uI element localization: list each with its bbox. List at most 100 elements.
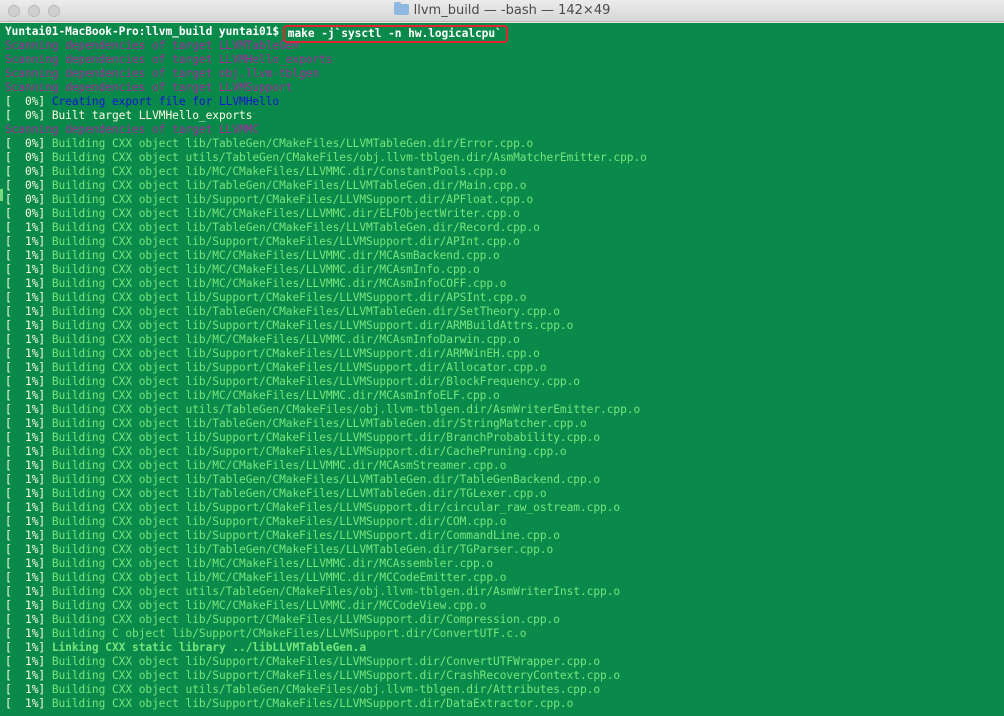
output-text: Building CXX object lib/MC/CMakeFiles/LL… xyxy=(51,249,500,262)
output-line: [ 1%] Building CXX object lib/Support/CM… xyxy=(5,319,1000,333)
scrollbar[interactable] xyxy=(995,50,1003,716)
output-text: Building CXX object lib/Support/CMakeFil… xyxy=(51,431,601,444)
output-line: [ 1%] Building CXX object lib/MC/CMakeFi… xyxy=(5,571,1000,585)
output-line: [ 0%] Building CXX object utils/TableGen… xyxy=(5,151,1000,165)
output-line: [ 1%] Building CXX object lib/MC/CMakeFi… xyxy=(5,263,1000,277)
output-line: [ 1%] Building CXX object lib/MC/CMakeFi… xyxy=(5,599,1000,613)
terminal-window: llvm_build — -bash — 142×49 Yuntai01-Mac… xyxy=(0,0,1004,716)
output-text: Scanning dependencies of target LLVMTabl… xyxy=(5,39,300,52)
progress-percent: [ 1%] xyxy=(5,613,52,626)
output-text: Building CXX object lib/Support/CMakeFil… xyxy=(51,515,507,528)
output-line: [ 0%] Building CXX object lib/TableGen/C… xyxy=(5,137,1000,151)
output-line: [ 1%] Building CXX object lib/TableGen/C… xyxy=(5,487,1000,501)
progress-percent: [ 1%] xyxy=(5,459,52,472)
output-line: [ 1%] Building CXX object lib/Support/CM… xyxy=(5,431,1000,445)
output-line: [ 1%] Building CXX object lib/Support/CM… xyxy=(5,347,1000,361)
output-line: [ 0%] Building CXX object lib/MC/CMakeFi… xyxy=(5,165,1000,179)
output-text: Building CXX object lib/Support/CMakeFil… xyxy=(51,361,547,374)
output-line: [ 1%] Building CXX object lib/Support/CM… xyxy=(5,613,1000,627)
progress-percent: [ 1%] xyxy=(5,529,52,542)
output-text: Creating export file for LLVMHello xyxy=(51,95,280,108)
output-text: Scanning dependencies of target LLVMSupp… xyxy=(5,81,293,94)
progress-percent: [ 1%] xyxy=(5,431,52,444)
progress-percent: [ 1%] xyxy=(5,375,52,388)
output-line: [ 1%] Building CXX object lib/TableGen/C… xyxy=(5,221,1000,235)
selection-marker xyxy=(0,189,3,201)
output-text: Building CXX object lib/TableGen/CMakeFi… xyxy=(51,543,554,556)
progress-percent: [ 1%] xyxy=(5,557,52,570)
output-text: Building CXX object lib/TableGen/CMakeFi… xyxy=(51,179,527,192)
progress-percent: [ 1%] xyxy=(5,221,52,234)
output-text: Building CXX object utils/TableGen/CMake… xyxy=(51,403,641,416)
progress-percent: [ 1%] xyxy=(5,669,52,682)
output-text: Scanning dependencies of target obj.llvm… xyxy=(5,67,320,80)
output-line: Scanning dependencies of target LLVMMC xyxy=(5,123,1000,137)
output-line: [ 1%] Building CXX object lib/Support/CM… xyxy=(5,375,1000,389)
output-text: Built target LLVMHello_exports xyxy=(51,109,253,122)
progress-percent: [ 1%] xyxy=(5,543,52,556)
output-text: Building CXX object lib/MC/CMakeFiles/LL… xyxy=(51,557,494,570)
progress-percent: [ 0%] xyxy=(5,207,52,220)
progress-percent: [ 1%] xyxy=(5,403,52,416)
window-title-text: llvm_build — -bash — 142×49 xyxy=(413,3,611,18)
progress-percent: [ 1%] xyxy=(5,599,52,612)
output-line: [ 1%] Building CXX object lib/Support/CM… xyxy=(5,655,1000,669)
output-line: [ 0%] Building CXX object lib/Support/CM… xyxy=(5,193,1000,207)
progress-percent: [ 1%] xyxy=(5,263,52,276)
output-text: Building CXX object lib/Support/CMakeFil… xyxy=(51,235,520,248)
output-text: Building CXX object lib/TableGen/CMakeFi… xyxy=(51,417,587,430)
progress-percent: [ 1%] xyxy=(5,249,52,262)
output-text: Building CXX object lib/Support/CMakeFil… xyxy=(51,655,601,668)
output-line: Scanning dependencies of target LLVMHell… xyxy=(5,53,1000,67)
output-line: [ 1%] Building CXX object lib/MC/CMakeFi… xyxy=(5,389,1000,403)
output-line: [ 1%] Building CXX object lib/Support/CM… xyxy=(5,291,1000,305)
progress-percent: [ 1%] xyxy=(5,627,52,640)
output-line: [ 1%] Building CXX object lib/MC/CMakeFi… xyxy=(5,277,1000,291)
title-bar: llvm_build — -bash — 142×49 xyxy=(0,0,1004,22)
progress-percent: [ 1%] xyxy=(5,697,52,710)
terminal-output[interactable]: Yuntai01-MacBook-Pro:llvm_build yuntai01… xyxy=(0,23,1004,716)
output-line: [ 1%] Building CXX object lib/TableGen/C… xyxy=(5,417,1000,431)
progress-percent: [ 1%] xyxy=(5,501,52,514)
shell-prompt: Yuntai01-MacBook-Pro:llvm_build yuntai01… xyxy=(5,25,286,38)
progress-percent: [ 0%] xyxy=(5,165,52,178)
output-line: Scanning dependencies of target obj.llvm… xyxy=(5,67,1000,81)
output-text: Building CXX object lib/MC/CMakeFiles/LL… xyxy=(51,263,480,276)
output-text: Scanning dependencies of target LLVMMC xyxy=(5,123,260,136)
output-text: Building CXX object lib/Support/CMakeFil… xyxy=(51,193,534,206)
output-line: [ 0%] Creating export file for LLVMHello xyxy=(5,95,1000,109)
output-line: [ 1%] Building CXX object lib/Support/CM… xyxy=(5,515,1000,529)
progress-percent: [ 1%] xyxy=(5,417,52,430)
output-text: Building CXX object lib/MC/CMakeFiles/LL… xyxy=(51,333,520,346)
output-text: Building CXX object lib/Support/CMakeFil… xyxy=(51,613,560,626)
progress-percent: [ 1%] xyxy=(5,641,52,654)
output-text: Building CXX object lib/TableGen/CMakeFi… xyxy=(51,137,534,150)
progress-percent: [ 1%] xyxy=(5,473,52,486)
output-text: Scanning dependencies of target LLVMHell… xyxy=(5,53,333,66)
output-line: [ 1%] Building C object lib/Support/CMak… xyxy=(5,627,1000,641)
output-text: Building C object lib/Support/CMakeFiles… xyxy=(51,627,527,640)
output-line: Scanning dependencies of target LLVMSupp… xyxy=(5,81,1000,95)
progress-percent: [ 0%] xyxy=(5,95,52,108)
progress-percent: [ 0%] xyxy=(5,151,52,164)
progress-percent: [ 1%] xyxy=(5,571,52,584)
progress-percent: [ 1%] xyxy=(5,515,52,528)
output-line: [ 1%] Building CXX object lib/TableGen/C… xyxy=(5,305,1000,319)
output-text: Building CXX object lib/MC/CMakeFiles/LL… xyxy=(51,459,507,472)
output-text: Building CXX object utils/TableGen/CMake… xyxy=(51,683,601,696)
progress-percent: [ 1%] xyxy=(5,333,52,346)
progress-percent: [ 1%] xyxy=(5,291,52,304)
output-text: Building CXX object lib/MC/CMakeFiles/LL… xyxy=(51,389,500,402)
output-line: [ 0%] Building CXX object lib/MC/CMakeFi… xyxy=(5,207,1000,221)
progress-percent: [ 1%] xyxy=(5,655,52,668)
progress-percent: [ 0%] xyxy=(5,193,52,206)
output-text: Building CXX object lib/TableGen/CMakeFi… xyxy=(51,487,547,500)
output-line: [ 1%] Linking CXX static library ../libL… xyxy=(5,641,1000,655)
output-text: Building CXX object lib/TableGen/CMakeFi… xyxy=(51,473,601,486)
prompt-line: Yuntai01-MacBook-Pro:llvm_build yuntai01… xyxy=(5,25,1000,43)
output-text: Building CXX object lib/MC/CMakeFiles/LL… xyxy=(51,207,520,220)
output-line: [ 1%] Building CXX object lib/Support/CM… xyxy=(5,445,1000,459)
progress-percent: [ 1%] xyxy=(5,445,52,458)
output-line: [ 1%] Building CXX object utils/TableGen… xyxy=(5,403,1000,417)
progress-percent: [ 1%] xyxy=(5,487,52,500)
